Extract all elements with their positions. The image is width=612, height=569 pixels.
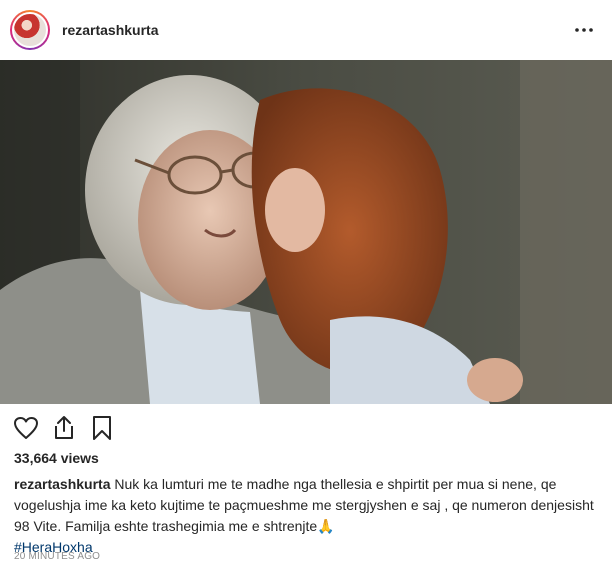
caption-username[interactable]: rezartashkurta xyxy=(14,476,111,492)
username-link[interactable]: rezartashkurta xyxy=(62,22,159,38)
avatar[interactable] xyxy=(10,10,50,50)
view-count[interactable]: 33,664 views xyxy=(14,450,99,466)
caption: rezartashkurta Nuk ka lumturi me te madh… xyxy=(14,474,600,558)
share-icon[interactable] xyxy=(50,414,78,442)
bookmark-icon[interactable] xyxy=(88,414,116,442)
instagram-post: rezartashkurta 33,664 views rezartashkur… xyxy=(0,0,612,569)
action-bar xyxy=(0,404,612,452)
post-header: rezartashkurta xyxy=(0,0,612,60)
more-options-icon[interactable] xyxy=(572,18,596,42)
post-timestamp[interactable]: 20 MINUTES AGO xyxy=(14,551,100,562)
avatar-image xyxy=(12,12,48,48)
heart-icon[interactable] xyxy=(12,414,40,442)
post-video[interactable] xyxy=(0,60,612,404)
